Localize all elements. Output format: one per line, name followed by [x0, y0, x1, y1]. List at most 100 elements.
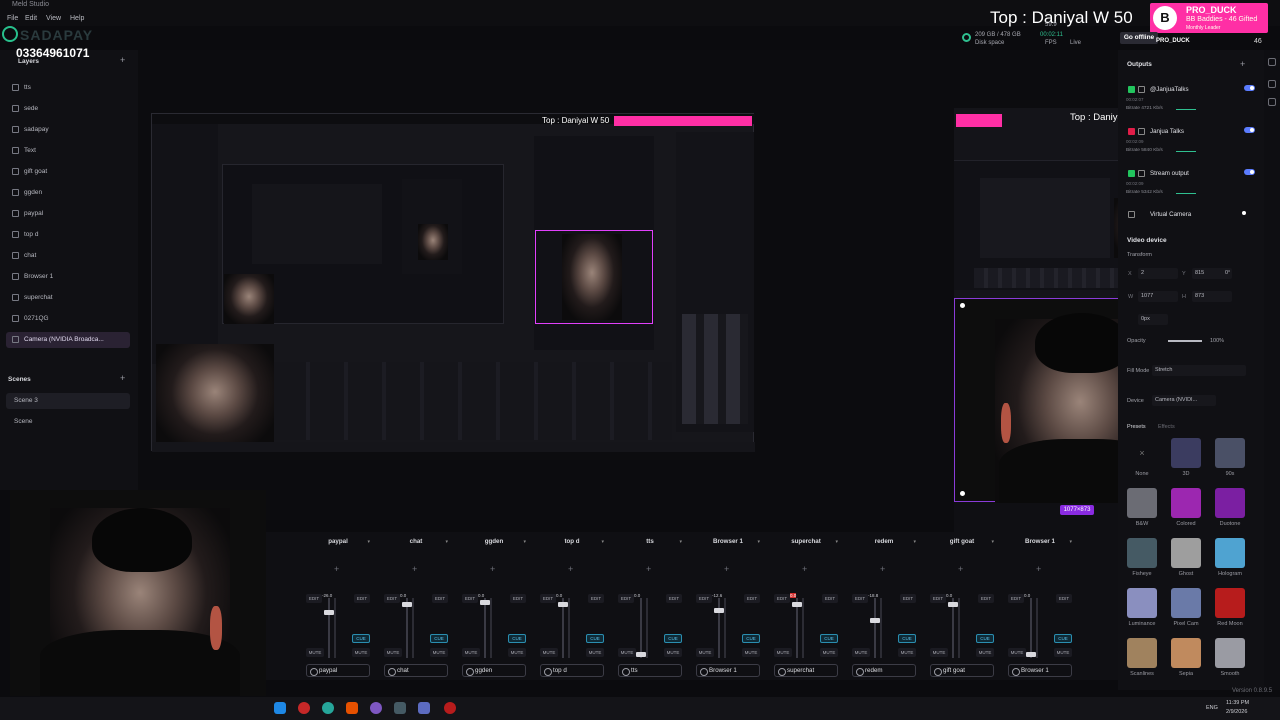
- menu-edit[interactable]: Edit: [25, 15, 37, 22]
- chevron-down-icon[interactable]: ▾: [679, 539, 682, 545]
- x-field[interactable]: 2: [1138, 268, 1178, 279]
- menu-view[interactable]: View: [46, 15, 61, 22]
- layer-item[interactable]: tts: [6, 80, 130, 96]
- add-filter-icon[interactable]: +: [724, 564, 729, 574]
- chevron-down-icon[interactable]: ▾: [991, 539, 994, 545]
- opera-icon[interactable]: [298, 702, 310, 714]
- preset-tile[interactable]: [1215, 438, 1245, 468]
- channel-footer[interactable]: superchat: [774, 664, 838, 677]
- volume-fader-track[interactable]: [406, 598, 408, 658]
- mute-button[interactable]: MUTE: [618, 648, 636, 657]
- menu-icon[interactable]: [1268, 58, 1276, 66]
- channel-name[interactable]: Browser 1: [1008, 538, 1072, 548]
- volume-fader-track[interactable]: [952, 598, 954, 658]
- mute-button-right[interactable]: MUTE: [1054, 648, 1072, 657]
- file-explorer-icon[interactable]: [274, 702, 286, 714]
- edit-left-button[interactable]: EDIT: [384, 594, 400, 603]
- menu-help[interactable]: Help: [70, 15, 84, 22]
- steam-icon[interactable]: [394, 702, 406, 714]
- mute-button-right[interactable]: MUTE: [586, 648, 604, 657]
- volume-fader-knob[interactable]: [402, 602, 412, 607]
- add-filter-icon[interactable]: +: [1036, 564, 1041, 574]
- channel-footer[interactable]: tts: [618, 664, 682, 677]
- layer-item[interactable]: 0271QG: [6, 311, 130, 327]
- channel-footer[interactable]: gift goat: [930, 664, 994, 677]
- mute-button-right[interactable]: MUTE: [352, 648, 370, 657]
- channel-name[interactable]: chat: [384, 538, 448, 548]
- add-filter-icon[interactable]: +: [490, 564, 495, 574]
- mute-button-right[interactable]: MUTE: [898, 648, 916, 657]
- volume-fader-track[interactable]: [328, 598, 330, 658]
- width-field[interactable]: 1077: [1138, 291, 1178, 302]
- preset-tile[interactable]: [1171, 538, 1201, 568]
- output-item[interactable]: Stream output 00:02:09 Bitrate 5342 Kb/s: [1126, 168, 1256, 208]
- channel-footer[interactable]: Browser 1: [696, 664, 760, 677]
- add-layer-icon[interactable]: +: [120, 55, 125, 65]
- edit-left-button[interactable]: EDIT: [774, 594, 790, 603]
- channel-name[interactable]: top d: [540, 538, 604, 548]
- edit-right-button[interactable]: EDIT: [1056, 594, 1072, 603]
- volume-fader-track[interactable]: [1030, 598, 1032, 658]
- volume-fader-knob[interactable]: [636, 652, 646, 657]
- layer-item[interactable]: superchat: [6, 290, 130, 306]
- channel-footer[interactable]: redem: [852, 664, 916, 677]
- effects-tab[interactable]: Effects: [1158, 424, 1175, 430]
- cue-button[interactable]: CUE: [508, 634, 526, 643]
- virtual-camera-item[interactable]: Virtual Camera: [1126, 209, 1256, 223]
- mute-button-right[interactable]: MUTE: [742, 648, 760, 657]
- clock-date[interactable]: 2/9/2026: [1226, 709, 1247, 715]
- edit-right-button[interactable]: EDIT: [354, 594, 370, 603]
- presets-tab[interactable]: Presets: [1127, 424, 1146, 430]
- channel-name[interactable]: tts: [618, 538, 682, 548]
- add-scene-icon[interactable]: +: [120, 373, 125, 383]
- edit-right-button[interactable]: EDIT: [666, 594, 682, 603]
- mute-button-right[interactable]: MUTE: [508, 648, 526, 657]
- device-select[interactable]: Camera (NVIDI...: [1152, 395, 1216, 406]
- chevron-down-icon[interactable]: ▾: [523, 539, 526, 545]
- menu-file[interactable]: File: [7, 15, 18, 22]
- go-offline-button[interactable]: Go offline: [1120, 32, 1158, 44]
- volume-fader-track[interactable]: [796, 598, 798, 658]
- edit-left-button[interactable]: EDIT: [306, 594, 322, 603]
- output-item[interactable]: Janjua Talks 00:02:09 Bitrate 5840 Kb/s: [1126, 126, 1256, 166]
- chevron-down-icon[interactable]: ▾: [835, 539, 838, 545]
- edit-left-button[interactable]: EDIT: [540, 594, 556, 603]
- preset-tile[interactable]: [1127, 588, 1157, 618]
- cue-button[interactable]: CUE: [898, 634, 916, 643]
- add-filter-icon[interactable]: +: [802, 564, 807, 574]
- scene-item[interactable]: Scene: [6, 414, 130, 430]
- settings-icon[interactable]: [1268, 98, 1276, 106]
- preset-tile[interactable]: [1127, 538, 1157, 568]
- cue-button[interactable]: CUE: [1054, 634, 1072, 643]
- channel-name[interactable]: ggden: [462, 538, 526, 548]
- channel-name[interactable]: paypal: [306, 538, 370, 548]
- cue-button[interactable]: CUE: [430, 634, 448, 643]
- mute-button-right[interactable]: MUTE: [430, 648, 448, 657]
- mute-button[interactable]: MUTE: [306, 648, 324, 657]
- mute-button[interactable]: MUTE: [1008, 648, 1026, 657]
- channel-footer[interactable]: chat: [384, 664, 448, 677]
- opacity-slider[interactable]: [1168, 340, 1202, 342]
- preset-tile[interactable]: [1171, 638, 1201, 668]
- layer-item[interactable]: paypal: [6, 206, 130, 222]
- app-icon[interactable]: [418, 702, 430, 714]
- chrome-icon[interactable]: [444, 702, 456, 714]
- mute-button-right[interactable]: MUTE: [820, 648, 838, 657]
- scene-item-selected[interactable]: Scene 3: [6, 393, 130, 409]
- mute-button-right[interactable]: MUTE: [664, 648, 682, 657]
- add-filter-icon[interactable]: +: [334, 564, 339, 574]
- edit-left-button[interactable]: EDIT: [930, 594, 946, 603]
- layer-item-selected[interactable]: Camera (NVIDIA Broadca...: [6, 332, 130, 348]
- edit-right-button[interactable]: EDIT: [432, 594, 448, 603]
- volume-fader-knob[interactable]: [714, 608, 724, 613]
- preset-tile[interactable]: [1215, 538, 1245, 568]
- add-output-icon[interactable]: +: [1240, 59, 1245, 69]
- brave-icon[interactable]: [346, 702, 358, 714]
- edit-right-button[interactable]: EDIT: [510, 594, 526, 603]
- chat-icon[interactable]: [1268, 80, 1276, 88]
- edit-left-button[interactable]: EDIT: [618, 594, 634, 603]
- mute-button[interactable]: MUTE: [462, 648, 480, 657]
- discord-icon[interactable]: [370, 702, 382, 714]
- layer-item[interactable]: gift goat: [6, 164, 130, 180]
- preset-tile[interactable]: [1215, 488, 1245, 518]
